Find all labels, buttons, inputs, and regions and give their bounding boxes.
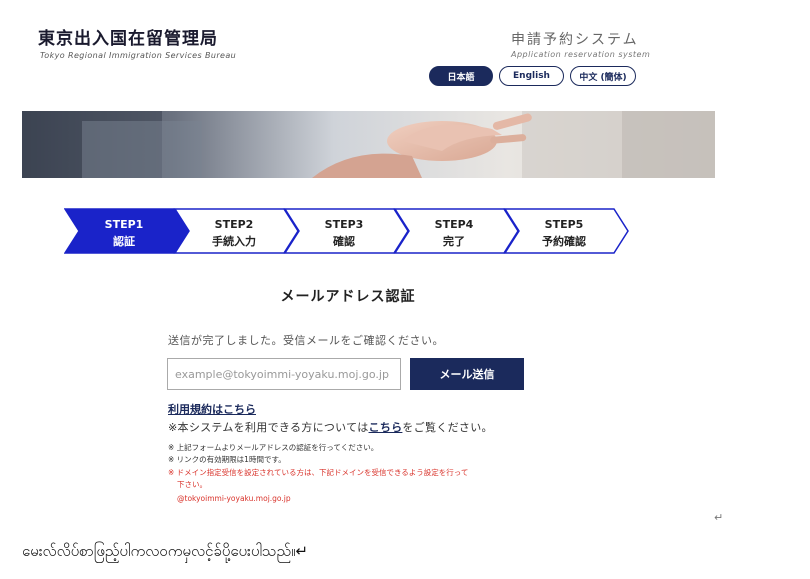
step-4-label: STEP4	[435, 218, 474, 231]
system-note-link[interactable]: こちら	[369, 421, 403, 434]
note-expiry: ※ リンクの有効期限は1時間です。	[168, 455, 286, 464]
system-note-prefix: ※本システムを利用できる方については	[168, 421, 369, 434]
hero-illustration	[22, 111, 715, 178]
step-4-sub: 完了	[443, 234, 465, 248]
step-3-label: STEP3	[325, 218, 364, 231]
note-domain-value: @tokyoimmi-yoyaku.moj.go.jp	[177, 494, 291, 503]
hero-image	[22, 111, 715, 178]
send-email-button[interactable]: メール送信	[410, 358, 524, 390]
system-name-en: Application reservation system	[511, 50, 651, 59]
step-1-sub: 認証	[113, 234, 135, 248]
lang-button-japanese[interactable]: 日本語	[429, 66, 493, 86]
page-title: メールアドレス認証	[280, 289, 416, 305]
note-domain-line1: ※ ドメイン指定受信を設定されている方は、下記ドメインを受信できるよう設定を行っ…	[168, 468, 469, 477]
step-3-sub: 確認	[333, 234, 355, 248]
lang-button-english[interactable]: English	[499, 66, 564, 86]
note-verify: ※ 上記フォームよりメールアドレスの認証を行ってください。	[168, 443, 379, 452]
email-input[interactable]	[167, 358, 401, 390]
sent-message: 送信が完了しました。受信メールをご確認ください。	[168, 334, 444, 347]
step-indicator: STEP1 認証 STEP2 手続入力 STEP3 確認 STEP4 完了 STEP5 予約確認	[63, 208, 634, 254]
step-5-label: STEP5	[545, 218, 584, 231]
step-indicator-svg: STEP1 認証 STEP2 手続入力 STEP3 確認 STEP4 完了 STEP5 予約確認	[63, 208, 629, 254]
burmese-caption: မေးလ်လိပ်စာဖြည့်ပါကလဝကမှလင့်ခ်ပို့ပေးပါသ…	[22, 542, 309, 560]
org-name-en: Tokyo Regional Immigration Services Bure…	[40, 51, 237, 60]
step-1-label: STEP1	[105, 218, 144, 231]
terms-link[interactable]: 利用規約はこちら	[168, 401, 256, 417]
system-note: ※本システムを利用できる方についてはこちらをご覧ください。	[168, 419, 493, 435]
lang-button-chinese[interactable]: 中文 (簡体)	[570, 66, 636, 86]
system-name-jp: 申請予約システム	[511, 32, 639, 48]
return-mark: ↵	[714, 511, 724, 524]
step-2-sub: 手続入力	[212, 234, 256, 248]
note-domain-line2: 下さい。	[177, 480, 207, 489]
system-note-suffix: をご覧ください。	[402, 421, 493, 434]
step-2-label: STEP2	[215, 218, 254, 231]
step-5-sub: 予約確認	[542, 234, 586, 248]
org-name-jp: 東京出入国在留管理局	[38, 29, 218, 49]
